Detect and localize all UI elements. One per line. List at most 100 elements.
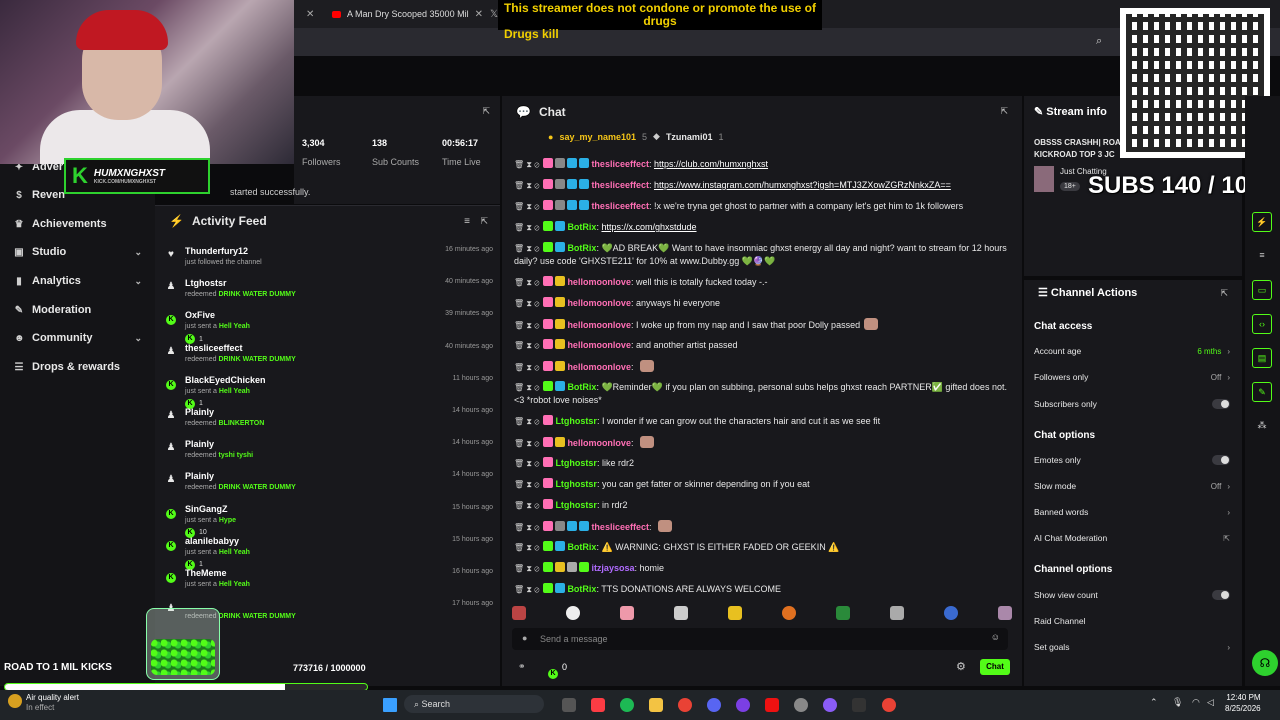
mod-controls-icon[interactable]: 🗑 ⧗ ⊘ xyxy=(514,223,539,232)
bolt-icon[interactable]: ⚡ xyxy=(1252,212,1272,232)
emoji-icon[interactable]: ☺ xyxy=(991,632,1000,642)
discord-icon[interactable] xyxy=(707,698,721,712)
chat-username[interactable]: hellomoonlove xyxy=(567,277,631,287)
mod-controls-icon[interactable]: 🗑 ⧗ ⊘ xyxy=(514,299,539,308)
chrome-icon[interactable] xyxy=(678,698,692,712)
chat-message[interactable]: 🗑 ⧗ ⊘ thesliceeffect: xyxy=(514,520,1010,534)
mic-icon[interactable]: 🎙 xyxy=(1172,697,1183,708)
spotify-icon[interactable] xyxy=(620,698,634,712)
chat-username[interactable]: BotRix xyxy=(567,584,596,594)
x-icon[interactable]: 𝕏 xyxy=(490,4,498,24)
raid-channel-row[interactable]: Raid Channel xyxy=(1034,616,1230,626)
activity-user[interactable]: alanilebabyy xyxy=(185,536,239,546)
wrench-icon[interactable]: ✎ xyxy=(1252,382,1272,402)
chat-message[interactable]: 🗑 ⧗ ⊘ BotRix: 💚Reminder💚 if you plan on s… xyxy=(514,381,1010,407)
chat-username[interactable]: hellomoonlove xyxy=(567,298,631,308)
ai-chat-moderation-row[interactable]: AI Chat Moderation ⇱ xyxy=(1034,533,1230,543)
mod-controls-icon[interactable]: 🗑 ⧗ ⊘ xyxy=(514,480,539,489)
subscribers-only-toggle[interactable] xyxy=(1212,399,1230,409)
share-icon[interactable]: ⁂ xyxy=(1252,416,1272,436)
activity-user[interactable]: TheMeme xyxy=(185,568,227,578)
chat-settings-icon[interactable]: ● xyxy=(522,633,527,643)
chat-username[interactable]: hellomoonlove xyxy=(567,320,631,330)
chrome-icon[interactable] xyxy=(882,698,896,712)
chat-message[interactable]: 🗑 ⧗ ⊘ thesliceeffect: !x we're tryna get … xyxy=(514,200,1010,213)
chat-username[interactable]: hellomoonlove xyxy=(567,340,631,350)
mod-controls-icon[interactable]: 🗑 ⧗ ⊘ xyxy=(514,585,539,594)
emote[interactable] xyxy=(620,606,634,620)
wifi-icon[interactable]: ◠ xyxy=(1192,697,1200,708)
clock[interactable]: 12:40 PM 8/25/2026 xyxy=(1225,692,1261,714)
weather-widget[interactable]: Air quality alert In effect xyxy=(26,693,79,713)
chat-input[interactable]: ● Send a message ☺ xyxy=(512,628,1008,650)
chat-message[interactable]: 🗑 ⧗ ⊘ BotRix: TTS DONATIONS ARE ALWAYS WE… xyxy=(514,583,1010,596)
chat-message[interactable]: 🗑 ⧗ ⊘ BotRix: https://x.com/ghxstdude xyxy=(514,221,1010,234)
activity-user[interactable]: OxFive xyxy=(185,310,215,320)
activity-user[interactable]: Ltghostsr xyxy=(185,278,227,288)
chat-username[interactable]: BotRix xyxy=(567,222,596,232)
chat-message[interactable]: 🗑 ⧗ ⊘ BotRix: ⚠️ WARNING: GHXST IS EITHER… xyxy=(514,541,1010,554)
emote-bar[interactable] xyxy=(512,606,1012,624)
code-icon[interactable]: ‹› xyxy=(1252,314,1272,334)
mod-controls-icon[interactable]: 🗑 ⧗ ⊘ xyxy=(514,244,539,253)
mod-controls-icon[interactable]: 🗑 ⧗ ⊘ xyxy=(514,321,539,330)
sidebar-item-drops-rewards[interactable]: ☰ Drops & rewards xyxy=(14,361,142,373)
chat-username[interactable]: thesliceeffect xyxy=(591,201,649,211)
chat-bubble-icon[interactable]: ▭ xyxy=(1252,280,1272,300)
chat-message[interactable]: 🗑 ⧗ ⊘ thesliceeffect: https://www.instagr… xyxy=(514,179,1010,192)
app-icon[interactable] xyxy=(823,698,837,712)
set-goals-row[interactable]: Set goals › xyxy=(1034,642,1230,652)
filter-icon[interactable]: ≡ xyxy=(464,216,470,227)
weather-icon[interactable] xyxy=(8,694,22,708)
chat-message[interactable]: 🗑 ⧗ ⊘ Ltghostsr: in rdr2 xyxy=(514,499,1010,512)
chat-message[interactable]: 🗑 ⧗ ⊘ hellomoonlove: I woke up from my na… xyxy=(514,318,1010,332)
chat-message[interactable]: 🗑 ⧗ ⊘ hellomoonlove: xyxy=(514,436,1010,450)
browser-tab[interactable]: A Man Dry Scooped 35000 Mil ✕ xyxy=(332,4,483,24)
popout-icon[interactable]: ⇱ xyxy=(1000,106,1008,117)
obs-icon[interactable] xyxy=(794,698,808,712)
activity-user[interactable]: thesliceeffect xyxy=(185,343,243,353)
close-icon[interactable]: ✕ xyxy=(475,9,483,20)
sidebar-item-achievements[interactable]: ♛ Achievements xyxy=(14,218,142,230)
recorder-icon[interactable] xyxy=(765,698,779,712)
mod-controls-icon[interactable]: 🗑 ⧗ ⊘ xyxy=(514,543,539,552)
show-view-count-toggle[interactable] xyxy=(1212,590,1230,600)
emote[interactable] xyxy=(674,606,688,620)
slow-mode-row[interactable]: Slow mode Off › xyxy=(1034,481,1230,491)
chat-username[interactable]: BotRix xyxy=(567,542,596,552)
gear-icon[interactable]: ⚙ xyxy=(956,660,966,673)
sidebar-item-analytics[interactable]: ▮ Analytics ⌄ xyxy=(14,275,142,287)
mod-controls-icon[interactable]: 🗑 ⧗ ⊘ xyxy=(514,564,539,573)
terminal-icon[interactable] xyxy=(852,698,866,712)
emote[interactable] xyxy=(782,606,796,620)
mod-controls-icon[interactable]: 🗑 ⧗ ⊘ xyxy=(514,501,539,510)
sidebar-item-moderation[interactable]: ✎ Moderation xyxy=(14,304,142,316)
mod-controls-icon[interactable]: 🗑 ⧗ ⊘ xyxy=(514,341,539,350)
emote[interactable] xyxy=(836,606,850,620)
chevron-up-icon[interactable]: ⌃ xyxy=(1150,697,1158,708)
chat-message[interactable]: 🗑 ⧗ ⊘ hellomoonlove: anyways hi everyone xyxy=(514,297,1010,310)
chat-username[interactable]: hellomoonlove xyxy=(567,438,631,448)
chat-username[interactable]: itzjaysosa xyxy=(591,563,634,573)
chat-username[interactable]: thesliceeffect xyxy=(591,180,649,190)
send-chat-button[interactable]: Chat xyxy=(980,659,1010,675)
emote[interactable] xyxy=(890,606,904,620)
mod-controls-icon[interactable]: 🗑 ⧗ ⊘ xyxy=(514,278,539,287)
link-icon[interactable]: ⚭ xyxy=(518,661,526,672)
chat-username[interactable]: BotRix xyxy=(567,243,596,253)
emotes-only-toggle[interactable] xyxy=(1212,455,1230,465)
taskbar-search[interactable]: ⌕ Search xyxy=(404,695,544,713)
mod-controls-icon[interactable]: 🗑 ⧗ ⊘ xyxy=(514,383,539,392)
app-icon[interactable] xyxy=(736,698,750,712)
emote[interactable] xyxy=(566,606,580,620)
activity-user[interactable]: Thunderfury12 xyxy=(185,246,248,256)
chat-username[interactable]: hellomoonlove xyxy=(567,362,631,372)
sidebar-item-studio[interactable]: ▣ Studio ⌄ xyxy=(14,246,142,258)
mod-controls-icon[interactable]: 🗑 ⧗ ⊘ xyxy=(514,202,539,211)
popout-icon[interactable]: ⇱ xyxy=(482,106,490,117)
chat-message[interactable]: 🗑 ⧗ ⊘ itzjaysosa: homie xyxy=(514,562,1010,575)
mod-controls-icon[interactable]: 🗑 ⧗ ⊘ xyxy=(514,439,539,448)
activity-user[interactable]: Plainly xyxy=(185,471,214,481)
card-icon[interactable]: ▤ xyxy=(1252,348,1272,368)
chat-message[interactable]: 🗑 ⧗ ⊘ hellomoonlove: and another artist p… xyxy=(514,339,1010,352)
